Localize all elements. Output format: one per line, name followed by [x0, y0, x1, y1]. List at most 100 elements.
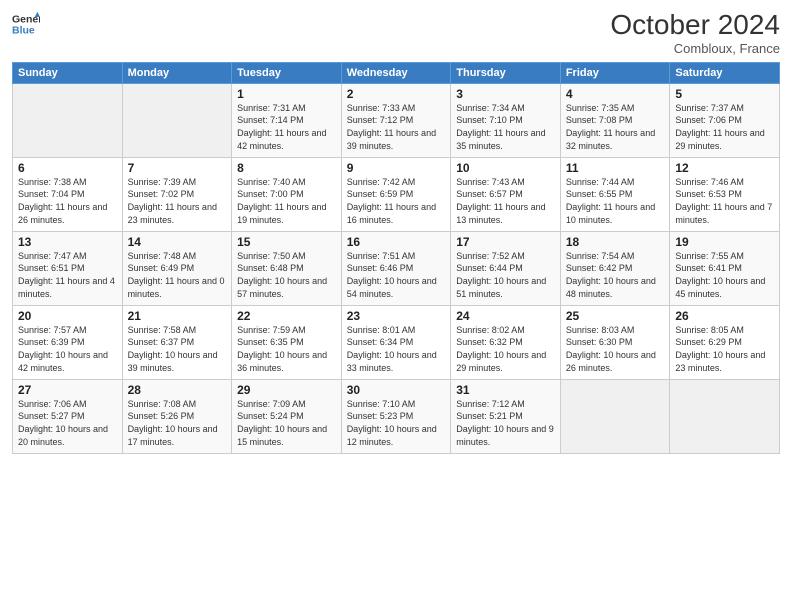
day-info: Sunrise: 7:06 AMSunset: 5:27 PMDaylight:… — [18, 398, 117, 448]
day-number: 14 — [128, 235, 227, 249]
day-number: 3 — [456, 87, 555, 101]
day-number: 15 — [237, 235, 336, 249]
day-info: Sunrise: 8:02 AMSunset: 6:32 PMDaylight:… — [456, 324, 555, 374]
day-number: 21 — [128, 309, 227, 323]
calendar-cell: 24Sunrise: 8:02 AMSunset: 6:32 PMDayligh… — [451, 305, 561, 379]
day-info: Sunrise: 7:33 AMSunset: 7:12 PMDaylight:… — [347, 102, 446, 152]
day-info: Sunrise: 7:59 AMSunset: 6:35 PMDaylight:… — [237, 324, 336, 374]
page-header: General Blue October 2024 Combloux, Fran… — [12, 10, 780, 56]
day-number: 27 — [18, 383, 117, 397]
day-header: Thursday — [451, 62, 561, 83]
day-number: 22 — [237, 309, 336, 323]
day-number: 20 — [18, 309, 117, 323]
day-number: 9 — [347, 161, 446, 175]
day-info: Sunrise: 7:48 AMSunset: 6:49 PMDaylight:… — [128, 250, 227, 300]
calendar-cell: 25Sunrise: 8:03 AMSunset: 6:30 PMDayligh… — [560, 305, 670, 379]
day-info: Sunrise: 7:10 AMSunset: 5:23 PMDaylight:… — [347, 398, 446, 448]
calendar-cell — [13, 83, 123, 157]
calendar-cell: 16Sunrise: 7:51 AMSunset: 6:46 PMDayligh… — [341, 231, 451, 305]
calendar-cell: 13Sunrise: 7:47 AMSunset: 6:51 PMDayligh… — [13, 231, 123, 305]
day-info: Sunrise: 7:09 AMSunset: 5:24 PMDaylight:… — [237, 398, 336, 448]
calendar-cell: 14Sunrise: 7:48 AMSunset: 6:49 PMDayligh… — [122, 231, 232, 305]
calendar-cell: 12Sunrise: 7:46 AMSunset: 6:53 PMDayligh… — [670, 157, 780, 231]
day-info: Sunrise: 7:46 AMSunset: 6:53 PMDaylight:… — [675, 176, 774, 226]
day-header: Monday — [122, 62, 232, 83]
calendar-cell: 27Sunrise: 7:06 AMSunset: 5:27 PMDayligh… — [13, 379, 123, 453]
day-info: Sunrise: 7:54 AMSunset: 6:42 PMDaylight:… — [566, 250, 665, 300]
day-info: Sunrise: 7:08 AMSunset: 5:26 PMDaylight:… — [128, 398, 227, 448]
day-number: 13 — [18, 235, 117, 249]
day-number: 1 — [237, 87, 336, 101]
calendar-cell: 21Sunrise: 7:58 AMSunset: 6:37 PMDayligh… — [122, 305, 232, 379]
day-info: Sunrise: 7:55 AMSunset: 6:41 PMDaylight:… — [675, 250, 774, 300]
day-info: Sunrise: 7:40 AMSunset: 7:00 PMDaylight:… — [237, 176, 336, 226]
day-number: 5 — [675, 87, 774, 101]
location: Combloux, France — [610, 41, 780, 56]
day-number: 4 — [566, 87, 665, 101]
day-info: Sunrise: 7:31 AMSunset: 7:14 PMDaylight:… — [237, 102, 336, 152]
day-info: Sunrise: 8:05 AMSunset: 6:29 PMDaylight:… — [675, 324, 774, 374]
day-info: Sunrise: 8:01 AMSunset: 6:34 PMDaylight:… — [347, 324, 446, 374]
day-info: Sunrise: 7:50 AMSunset: 6:48 PMDaylight:… — [237, 250, 336, 300]
calendar-cell: 23Sunrise: 8:01 AMSunset: 6:34 PMDayligh… — [341, 305, 451, 379]
calendar-cell — [560, 379, 670, 453]
day-number: 19 — [675, 235, 774, 249]
day-info: Sunrise: 7:47 AMSunset: 6:51 PMDaylight:… — [18, 250, 117, 300]
calendar-cell: 15Sunrise: 7:50 AMSunset: 6:48 PMDayligh… — [232, 231, 342, 305]
day-number: 7 — [128, 161, 227, 175]
calendar-cell: 7Sunrise: 7:39 AMSunset: 7:02 PMDaylight… — [122, 157, 232, 231]
calendar-cell: 26Sunrise: 8:05 AMSunset: 6:29 PMDayligh… — [670, 305, 780, 379]
title-block: October 2024 Combloux, France — [610, 10, 780, 56]
day-info: Sunrise: 7:52 AMSunset: 6:44 PMDaylight:… — [456, 250, 555, 300]
calendar-cell: 17Sunrise: 7:52 AMSunset: 6:44 PMDayligh… — [451, 231, 561, 305]
day-number: 25 — [566, 309, 665, 323]
day-number: 16 — [347, 235, 446, 249]
day-number: 8 — [237, 161, 336, 175]
calendar-cell: 31Sunrise: 7:12 AMSunset: 5:21 PMDayligh… — [451, 379, 561, 453]
calendar-cell: 19Sunrise: 7:55 AMSunset: 6:41 PMDayligh… — [670, 231, 780, 305]
day-info: Sunrise: 8:03 AMSunset: 6:30 PMDaylight:… — [566, 324, 665, 374]
month-title: October 2024 — [610, 10, 780, 41]
day-number: 18 — [566, 235, 665, 249]
day-info: Sunrise: 7:44 AMSunset: 6:55 PMDaylight:… — [566, 176, 665, 226]
day-number: 28 — [128, 383, 227, 397]
day-header: Saturday — [670, 62, 780, 83]
calendar-cell — [670, 379, 780, 453]
day-info: Sunrise: 7:37 AMSunset: 7:06 PMDaylight:… — [675, 102, 774, 152]
calendar-cell: 5Sunrise: 7:37 AMSunset: 7:06 PMDaylight… — [670, 83, 780, 157]
day-number: 30 — [347, 383, 446, 397]
day-info: Sunrise: 7:38 AMSunset: 7:04 PMDaylight:… — [18, 176, 117, 226]
day-info: Sunrise: 7:51 AMSunset: 6:46 PMDaylight:… — [347, 250, 446, 300]
day-header: Tuesday — [232, 62, 342, 83]
day-number: 2 — [347, 87, 446, 101]
calendar-cell: 20Sunrise: 7:57 AMSunset: 6:39 PMDayligh… — [13, 305, 123, 379]
calendar-cell: 4Sunrise: 7:35 AMSunset: 7:08 PMDaylight… — [560, 83, 670, 157]
calendar-cell: 28Sunrise: 7:08 AMSunset: 5:26 PMDayligh… — [122, 379, 232, 453]
logo: General Blue — [12, 10, 40, 38]
day-number: 24 — [456, 309, 555, 323]
svg-text:Blue: Blue — [12, 25, 35, 37]
calendar-cell: 29Sunrise: 7:09 AMSunset: 5:24 PMDayligh… — [232, 379, 342, 453]
calendar-cell: 11Sunrise: 7:44 AMSunset: 6:55 PMDayligh… — [560, 157, 670, 231]
day-number: 6 — [18, 161, 117, 175]
day-number: 31 — [456, 383, 555, 397]
calendar-cell: 1Sunrise: 7:31 AMSunset: 7:14 PMDaylight… — [232, 83, 342, 157]
calendar-cell: 2Sunrise: 7:33 AMSunset: 7:12 PMDaylight… — [341, 83, 451, 157]
calendar-cell: 9Sunrise: 7:42 AMSunset: 6:59 PMDaylight… — [341, 157, 451, 231]
day-info: Sunrise: 7:34 AMSunset: 7:10 PMDaylight:… — [456, 102, 555, 152]
day-info: Sunrise: 7:58 AMSunset: 6:37 PMDaylight:… — [128, 324, 227, 374]
day-info: Sunrise: 7:43 AMSunset: 6:57 PMDaylight:… — [456, 176, 555, 226]
calendar-cell — [122, 83, 232, 157]
day-header: Friday — [560, 62, 670, 83]
day-number: 12 — [675, 161, 774, 175]
day-info: Sunrise: 7:42 AMSunset: 6:59 PMDaylight:… — [347, 176, 446, 226]
day-number: 11 — [566, 161, 665, 175]
day-number: 10 — [456, 161, 555, 175]
calendar-cell: 3Sunrise: 7:34 AMSunset: 7:10 PMDaylight… — [451, 83, 561, 157]
day-header: Wednesday — [341, 62, 451, 83]
calendar-cell: 6Sunrise: 7:38 AMSunset: 7:04 PMDaylight… — [13, 157, 123, 231]
day-number: 26 — [675, 309, 774, 323]
calendar-table: SundayMondayTuesdayWednesdayThursdayFrid… — [12, 62, 780, 454]
day-number: 29 — [237, 383, 336, 397]
day-header: Sunday — [13, 62, 123, 83]
